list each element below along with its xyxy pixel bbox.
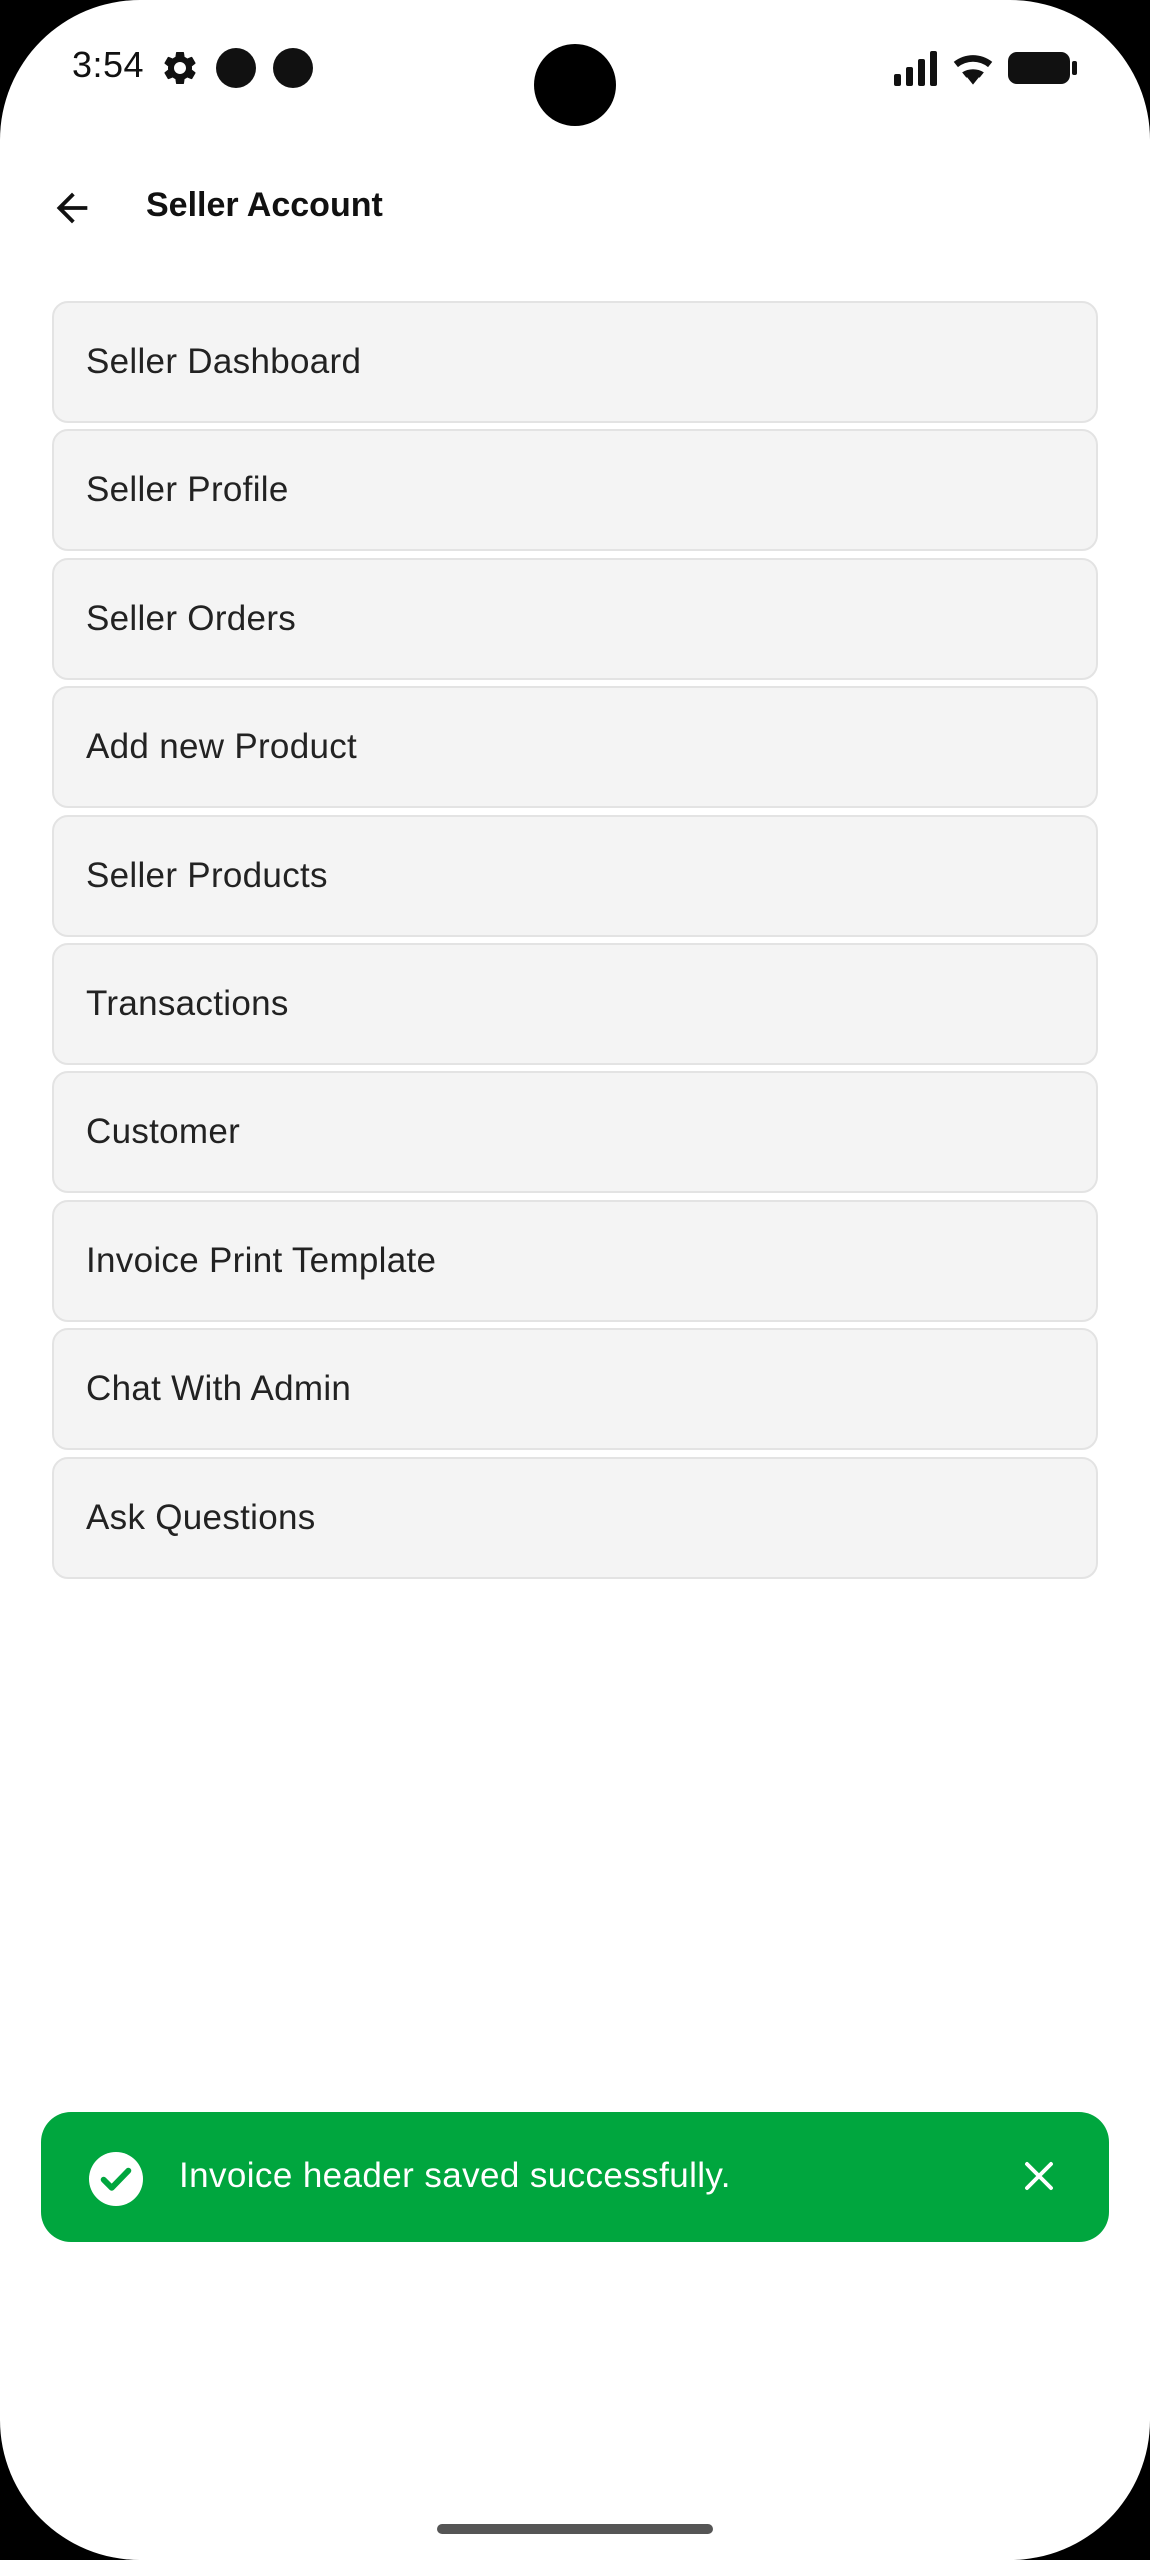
battery-icon: [1008, 52, 1077, 84]
phone-screen: 3:54 Seller Account Seller Dashboard Sel…: [0, 0, 1150, 2560]
snackbar-message: Invoice header saved successfully.: [179, 2156, 731, 2195]
menu-item-transactions[interactable]: Transactions: [52, 942, 1098, 1065]
menu-item-label: Ask Questions: [86, 1497, 316, 1537]
snackbar-close-button[interactable]: [1013, 2150, 1065, 2202]
menu-item-seller-dashboard[interactable]: Seller Dashboard: [52, 301, 1098, 423]
wifi-icon: [953, 55, 993, 85]
signal-icon: [894, 51, 937, 86]
page-title: Seller Account: [146, 186, 383, 224]
status-time: 3:54: [72, 44, 145, 85]
app-bar: Seller Account: [0, 160, 1150, 252]
menu-item-label: Seller Orders: [86, 598, 297, 638]
menu-item-invoice-print-template[interactable]: Invoice Print Template: [52, 1199, 1098, 1322]
menu-item-chat-with-admin[interactable]: Chat With Admin: [52, 1328, 1098, 1451]
check-circle-icon: [89, 2152, 143, 2206]
menu-item-ask-questions[interactable]: Ask Questions: [52, 1456, 1098, 1579]
home-indicator[interactable]: [437, 2524, 713, 2534]
menu-item-label: Transactions: [86, 983, 289, 1023]
success-snackbar: Invoice header saved successfully.: [41, 2112, 1109, 2242]
arrow-left-icon: [56, 192, 88, 224]
menu-item-seller-orders[interactable]: Seller Orders: [52, 557, 1098, 680]
seller-menu-list: Seller Dashboard Seller Profile Seller O…: [52, 301, 1098, 1585]
menu-item-label: Invoice Print Template: [86, 1240, 437, 1280]
close-icon: [1025, 2162, 1053, 2190]
menu-item-customer[interactable]: Customer: [52, 1071, 1098, 1194]
settings-gear-icon: [164, 51, 196, 84]
status-bar: 3:54: [0, 0, 1150, 140]
menu-item-label: Add new Product: [86, 727, 358, 767]
menu-item-label: Seller Dashboard: [86, 342, 362, 381]
back-button[interactable]: [40, 176, 104, 240]
menu-item-seller-profile[interactable]: Seller Profile: [52, 429, 1098, 552]
notification-dot-icon: [273, 48, 313, 88]
menu-item-add-new-product[interactable]: Add new Product: [52, 686, 1098, 809]
menu-item-label: Chat With Admin: [86, 1369, 352, 1409]
notification-dot-icon: [216, 48, 256, 88]
camera-cutout: [534, 44, 616, 126]
menu-item-label: Seller Products: [86, 855, 328, 895]
menu-item-label: Seller Profile: [86, 470, 289, 510]
menu-item-seller-products[interactable]: Seller Products: [52, 814, 1098, 937]
status-indicators: [894, 46, 1078, 90]
menu-item-label: Customer: [86, 1112, 241, 1152]
